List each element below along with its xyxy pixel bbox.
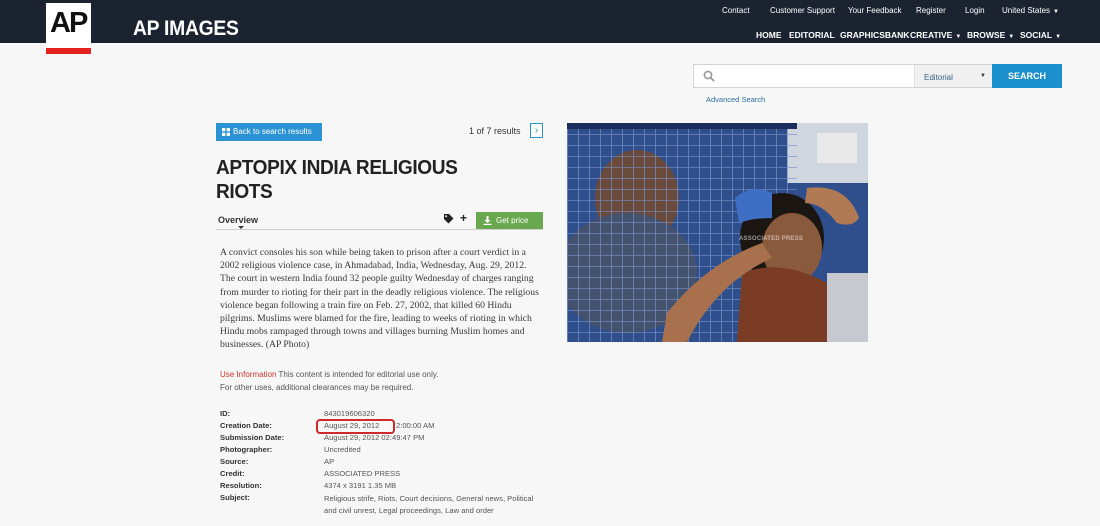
search-category-select[interactable]: Editorial ▼ [914, 64, 993, 88]
search-button[interactable]: SEARCH [992, 64, 1062, 88]
caret-down-icon: ▼ [955, 34, 962, 40]
subject-label: Subject: [220, 493, 250, 502]
next-result-button[interactable]: › [530, 123, 543, 138]
grid-icon [222, 128, 230, 136]
get-price-button[interactable]: Get price [476, 212, 543, 229]
tag-icon[interactable] [443, 213, 454, 224]
news-photo[interactable]: ASSOCIATED PRESS [567, 123, 868, 342]
use-information-link[interactable]: Use Information [220, 370, 276, 379]
caret-down-icon: ▼ [980, 73, 986, 79]
submission-date-value: August 29, 2012 02:49:47 PM [324, 433, 425, 442]
login-link[interactable]: Login [965, 6, 985, 15]
nav-creative[interactable]: CREATIVE ▼ [910, 30, 961, 40]
active-tab-marker [238, 226, 244, 229]
source-value: AP [324, 457, 335, 466]
tab-overview[interactable]: Overview [218, 215, 258, 225]
your-feedback-link[interactable]: Your Feedback [848, 6, 902, 15]
country-selector[interactable]: United States ▼ [1002, 6, 1059, 15]
subject-value: Religious strife, Riots, Court decisions… [324, 494, 534, 515]
caret-down-icon: ▼ [1053, 9, 1059, 15]
creation-date-label: Creation Date: [220, 421, 272, 430]
advanced-search-link[interactable]: Advanced Search [706, 95, 765, 104]
ap-logo[interactable]: AP [46, 3, 91, 54]
credit-label: Credit: [220, 469, 245, 478]
chevron-right-icon: › [534, 125, 539, 136]
id-value: 843019606320 [324, 409, 375, 418]
caret-down-icon: ▼ [1008, 34, 1015, 40]
logo-red-bar [46, 48, 91, 54]
creation-time-value: 2:00:00 AM [396, 421, 435, 430]
photographer-value: Uncredited [324, 445, 361, 454]
photo-watermark: ASSOCIATED PRESS [739, 236, 804, 242]
search-icon [703, 70, 715, 82]
country-label: United States [1002, 6, 1051, 15]
image-caption: A convict consoles his son while being t… [220, 247, 539, 351]
use-information: Use Information This content is intended… [220, 369, 540, 394]
nav-creative-label: CREATIVE [910, 30, 953, 40]
source-label: Source: [220, 457, 249, 466]
id-label: ID: [220, 409, 231, 418]
nav-graphicsbank[interactable]: GRAPHICSBANK [840, 30, 909, 40]
nav-social-label: SOCIAL [1020, 30, 1053, 40]
submission-date-label: Submission Date: [220, 433, 285, 442]
search-box[interactable] [693, 64, 915, 88]
credit-value: ASSOCIATED PRESS [324, 469, 401, 478]
plus-icon[interactable]: + [460, 211, 467, 225]
customer-support-link[interactable]: Customer Support [770, 6, 835, 15]
contact-link[interactable]: Contact [722, 6, 750, 15]
search-input[interactable] [720, 67, 910, 85]
resolution-label: Resolution: [220, 481, 262, 490]
caret-down-icon: ▼ [1055, 34, 1062, 40]
nav-editorial[interactable]: EDITORIAL [789, 30, 835, 40]
nav-browse-label: BROWSE [967, 30, 1006, 40]
use-info-text-1: This content is intended for editorial u… [278, 370, 439, 379]
results-counter: 1 of 7 results [469, 126, 521, 136]
photographer-label: Photographer: [220, 445, 273, 454]
nav-browse[interactable]: BROWSE ▼ [967, 30, 1014, 40]
back-to-results-button[interactable]: Back to search results [216, 123, 322, 141]
brand-title[interactable]: AP IMAGES [133, 17, 239, 41]
search-category-label: Editorial [924, 73, 953, 82]
download-icon [483, 216, 492, 225]
logo-text: AP [50, 7, 88, 39]
image-title: APTOPIX INDIA RELIGIOUS RIOTS [216, 156, 458, 203]
register-link[interactable]: Register [916, 6, 946, 15]
resolution-value: 4374 x 3191 1.35 MB [324, 481, 397, 490]
nav-social[interactable]: SOCIAL ▼ [1020, 30, 1061, 40]
photo-illustration [567, 123, 868, 342]
get-price-label: Get price [496, 216, 529, 225]
use-info-text-2: For other uses, additional clearances ma… [220, 382, 414, 392]
nav-home[interactable]: HOME [756, 30, 782, 40]
creation-date-value: August 29, 2012 [324, 421, 380, 430]
back-label: Back to search results [233, 127, 312, 136]
